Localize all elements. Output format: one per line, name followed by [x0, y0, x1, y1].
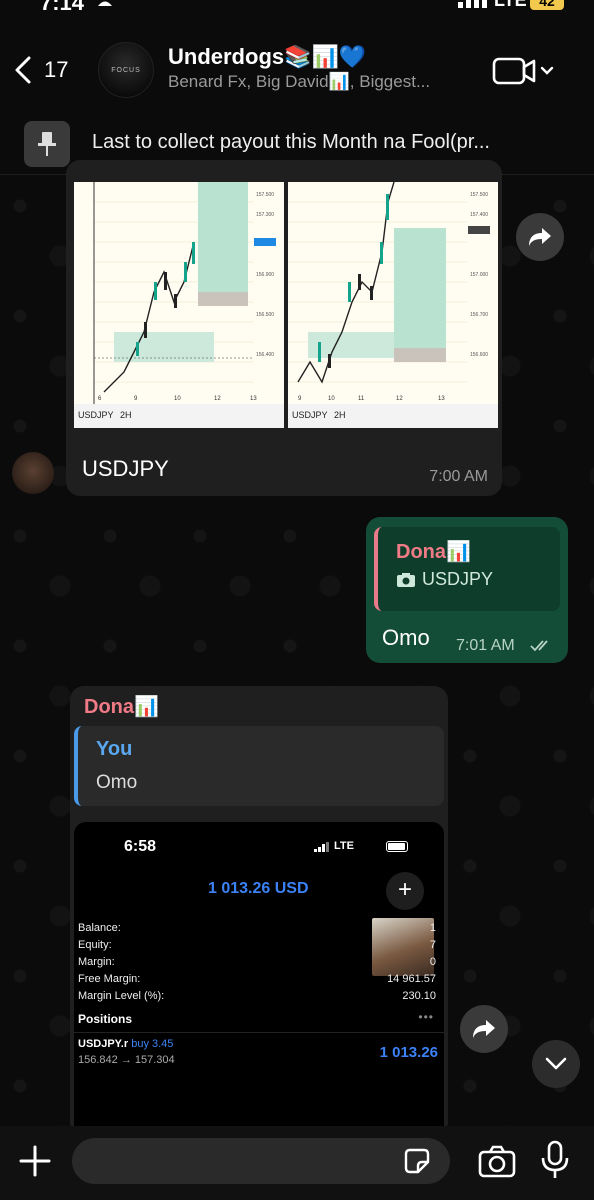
- video-call-icon[interactable]: [492, 54, 556, 88]
- chart-toolbar-right: USDJPY 2H: [288, 404, 498, 428]
- camera-icon: [397, 572, 415, 587]
- balance-value: 1: [429, 922, 436, 934]
- group-name[interactable]: Underdogs📚📊💙: [168, 44, 366, 70]
- svg-text:157.300: 157.300: [256, 212, 274, 218]
- equity-value: 7: [429, 939, 436, 951]
- position-side: buy 3.45: [131, 1038, 174, 1050]
- network-label: LTE: [494, 0, 527, 10]
- chart-timeframe: 2H: [334, 410, 346, 420]
- forward-icon: [473, 1020, 495, 1038]
- screenshot-time: 6:58: [124, 838, 157, 855]
- account-equity: 1 013.26 USD: [208, 880, 309, 897]
- quoted-sender: You: [96, 738, 133, 760]
- back-button[interactable]: 17: [12, 52, 72, 88]
- chart-symbol: USDJPY: [292, 410, 328, 420]
- message-input-bar: [0, 1126, 594, 1200]
- svg-text:157.000: 157.000: [470, 272, 488, 278]
- signal-icon: [314, 842, 329, 852]
- forward-button[interactable]: [516, 213, 564, 261]
- status-time: 7:14: [40, 0, 85, 15]
- margin-level-label: Margin Level (%):: [78, 990, 165, 1002]
- microphone-icon[interactable]: [540, 1140, 570, 1180]
- x-tick: 11: [358, 396, 365, 402]
- outgoing-message-bubble[interactable]: Dona📊 USDJPY Omo 7:01 AM: [366, 517, 568, 663]
- quoted-text: USDJPY: [422, 569, 494, 589]
- quoted-content: USDJPY: [396, 569, 493, 590]
- profile-photo: [372, 918, 434, 976]
- message-time: 7:00 AM: [429, 468, 488, 485]
- x-tick: 10: [328, 396, 335, 402]
- more-icon: •••: [418, 1010, 434, 1024]
- svg-text:156.600: 156.600: [470, 352, 488, 358]
- quoted-message[interactable]: Dona📊 USDJPY: [374, 527, 560, 611]
- svg-text:156.500: 156.500: [256, 312, 274, 318]
- chart-timeframe: 2H: [120, 410, 132, 420]
- avatar-text: FOCUS: [111, 66, 141, 74]
- chevron-down-icon: [545, 1057, 567, 1070]
- svg-text:157.400: 157.400: [470, 212, 488, 218]
- position-prices: 156.842 → 157.304: [78, 1054, 175, 1066]
- svg-text:157.500: 157.500: [470, 192, 488, 198]
- group-avatar[interactable]: FOCUS: [98, 42, 154, 98]
- chat-header: 17 FOCUS Underdogs📚📊💙 Benard Fx, Big Dav…: [0, 30, 594, 110]
- chevron-left-icon: [15, 56, 31, 84]
- balance-label: Balance:: [78, 922, 121, 934]
- forward-button[interactable]: [460, 1005, 508, 1053]
- message-input[interactable]: [72, 1138, 450, 1184]
- pinned-text: Last to collect payout this Month na Foo…: [92, 131, 490, 153]
- x-tick: 13: [250, 396, 257, 402]
- reply-message-bubble[interactable]: Dona📊 You Omo 6:58 LTE 1 013.26 USD + Ba…: [70, 686, 448, 1136]
- quoted-text: Omo: [96, 772, 138, 793]
- battery-icon: [386, 841, 408, 852]
- svg-text:156.400: 156.400: [256, 352, 274, 358]
- screenshot-image[interactable]: 6:58 LTE 1 013.26 USD + Balance: 1 Equit…: [74, 822, 444, 1136]
- chart-image-left[interactable]: 157.500157.300156.900156.500156.400 6 9 …: [74, 182, 284, 404]
- x-tick: 12: [214, 396, 221, 402]
- group-members[interactable]: Benard Fx, Big David📊, Biggest...: [168, 72, 430, 92]
- chart-symbol: USDJPY: [78, 410, 114, 420]
- svg-text:156.900: 156.900: [256, 272, 274, 278]
- plus-icon: +: [386, 872, 424, 910]
- forward-icon: [529, 228, 551, 246]
- sender-avatar[interactable]: [12, 452, 54, 494]
- quoted-message[interactable]: You Omo: [74, 726, 444, 806]
- margin-label: Margin:: [78, 956, 115, 968]
- camera-icon[interactable]: [478, 1144, 516, 1178]
- message-sender[interactable]: Dona📊: [84, 694, 159, 719]
- screenshot-network: LTE: [334, 840, 354, 852]
- chart-image-right[interactable]: 157.500157.400157.000156.700156.600 9 10…: [288, 182, 498, 404]
- margin-value: 0: [429, 956, 436, 968]
- x-tick: 12: [396, 396, 403, 402]
- quoted-sender: Dona📊: [396, 541, 471, 563]
- free-margin-value: 14 961.57: [387, 973, 436, 985]
- signal-icon: [458, 0, 487, 8]
- person-icon: [98, 1, 112, 6]
- chart-toolbar-left: USDJPY 2H: [74, 404, 284, 428]
- message-text: Omo: [382, 625, 430, 650]
- scroll-to-bottom-button[interactable]: [532, 1040, 580, 1088]
- plus-icon[interactable]: [18, 1144, 52, 1178]
- unread-count: 17: [44, 57, 69, 82]
- svg-text:157.500: 157.500: [256, 192, 274, 198]
- free-margin-label: Free Margin:: [78, 973, 141, 985]
- image-caption: USDJPY: [82, 456, 169, 481]
- position-symbol-text: USDJPY.r: [78, 1038, 129, 1050]
- positions-header: Positions: [78, 1012, 133, 1026]
- x-tick: 10: [174, 396, 181, 402]
- divider: [74, 1032, 444, 1033]
- message-time: 7:01 AM: [456, 637, 515, 654]
- equity-label: Equity:: [78, 939, 112, 951]
- sticker-icon[interactable]: [402, 1146, 432, 1176]
- image-message-bubble[interactable]: 157.500 157.300 156.900 156.500 156.400 6 9 …: [66, 160, 502, 496]
- svg-text:156.700: 156.700: [470, 312, 488, 318]
- pin-icon: [24, 121, 70, 167]
- status-bar: 7:14 LTE 42: [0, 0, 594, 15]
- margin-level-value: 230.10: [402, 990, 436, 1002]
- read-receipt-icon: [530, 640, 548, 652]
- x-tick: 13: [438, 396, 445, 402]
- position-symbol: USDJPY.r buy 3.45: [78, 1038, 173, 1050]
- position-profit: 1 013.26: [379, 1044, 438, 1061]
- battery-icon: 42: [530, 0, 564, 10]
